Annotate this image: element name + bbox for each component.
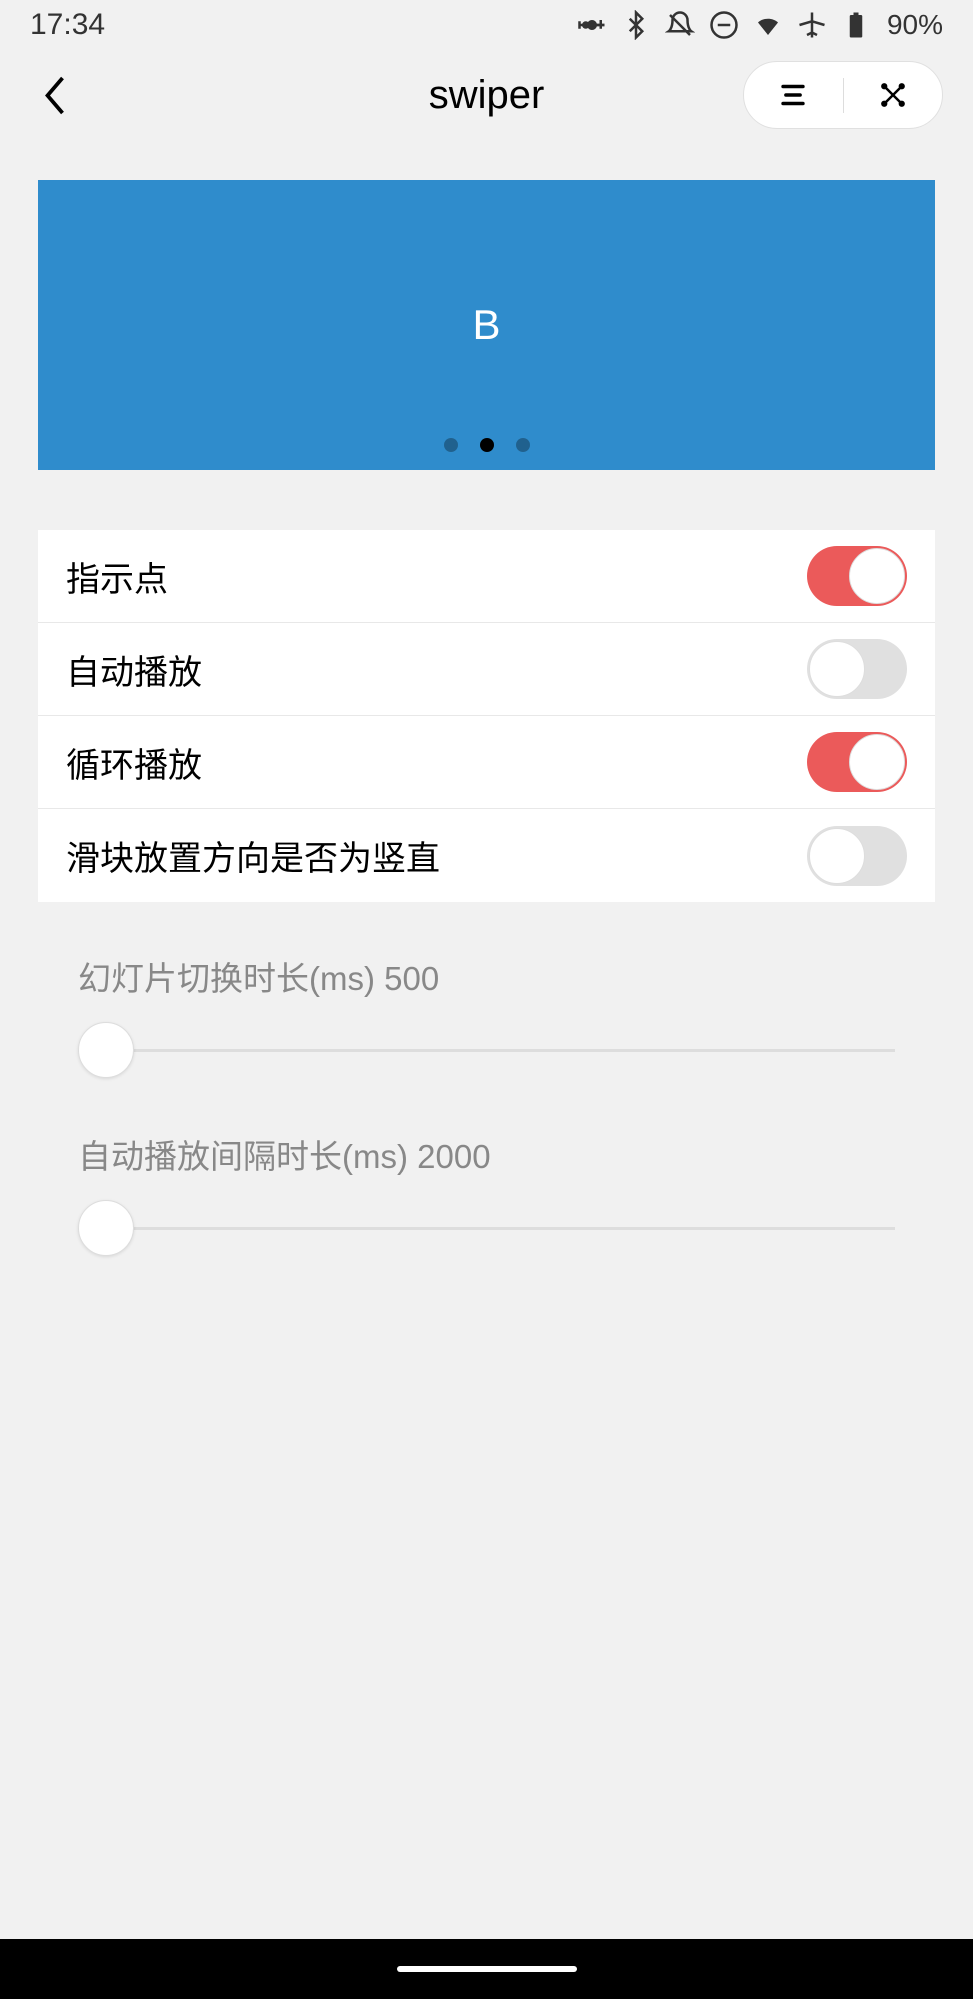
setting-label: 滑块放置方向是否为竖直: [66, 831, 440, 880]
system-nav-bar: [0, 1939, 973, 1999]
page-title: swiper: [429, 73, 545, 118]
chevron-left-icon: [40, 73, 70, 118]
capsule-menu-button[interactable]: [744, 62, 843, 128]
swiper-dot-0[interactable]: [444, 438, 458, 452]
status-time: 17:34: [30, 8, 105, 42]
content-area: B 指示点 自动播放 循环播放 滑块放置方向是否为竖直 幻灯片切换时长(ms) …: [0, 140, 973, 1258]
slider-duration[interactable]: [78, 1020, 895, 1080]
setting-label: 指示点: [66, 552, 168, 601]
toggle-autoplay[interactable]: [807, 639, 907, 699]
slider-block-duration: 幻灯片切换时长(ms) 500: [78, 952, 895, 1080]
toggle-knob: [849, 548, 905, 604]
status-bar: 17:34 90%: [0, 0, 973, 50]
close-icon: [878, 80, 908, 110]
wifi-icon: [753, 10, 783, 40]
setting-row-autoplay: 自动播放: [38, 623, 935, 716]
airplane-icon: [797, 10, 827, 40]
menu-icon: [776, 78, 810, 112]
toggle-circular[interactable]: [807, 732, 907, 792]
toggle-vertical[interactable]: [807, 826, 907, 886]
setting-label: 自动播放: [66, 645, 202, 694]
mini-program-capsule: [743, 61, 943, 129]
swiper-component[interactable]: B: [38, 180, 935, 470]
settings-card: 指示点 自动播放 循环播放 滑块放置方向是否为竖直: [38, 530, 935, 902]
vpn-key-icon: [577, 10, 607, 40]
dnd-icon: [709, 10, 739, 40]
swiper-dot-2[interactable]: [516, 438, 530, 452]
notification-off-icon: [665, 10, 695, 40]
toggle-indicator-dots[interactable]: [807, 546, 907, 606]
swiper-dot-1[interactable]: [480, 438, 494, 452]
setting-row-indicator-dots: 指示点: [38, 530, 935, 623]
slider-line: [78, 1227, 895, 1230]
slider-section: 幻灯片切换时长(ms) 500 自动播放间隔时长(ms) 2000: [38, 902, 935, 1258]
setting-row-vertical: 滑块放置方向是否为竖直: [38, 809, 935, 902]
swiper-slide-content: B: [472, 301, 500, 349]
battery-icon: [841, 10, 871, 40]
slider-block-interval: 自动播放间隔时长(ms) 2000: [78, 1130, 895, 1258]
battery-percent: 90%: [887, 9, 943, 41]
toggle-knob: [809, 641, 865, 697]
slider-thumb[interactable]: [78, 1022, 134, 1078]
slider-label: 幻灯片切换时长(ms) 500: [78, 952, 895, 1000]
toggle-knob: [809, 828, 865, 884]
status-icons: 90%: [577, 9, 943, 41]
back-button[interactable]: [30, 70, 80, 120]
slider-interval[interactable]: [78, 1198, 895, 1258]
capsule-close-button[interactable]: [844, 62, 943, 128]
bluetooth-icon: [621, 10, 651, 40]
slider-label: 自动播放间隔时长(ms) 2000: [78, 1130, 895, 1178]
swiper-indicator-dots: [444, 438, 530, 452]
nav-bar: swiper: [0, 50, 973, 140]
setting-row-circular: 循环播放: [38, 716, 935, 809]
toggle-knob: [849, 734, 905, 790]
slider-line: [78, 1049, 895, 1052]
setting-label: 循环播放: [66, 738, 202, 787]
home-indicator[interactable]: [397, 1966, 577, 1972]
slider-thumb[interactable]: [78, 1200, 134, 1256]
